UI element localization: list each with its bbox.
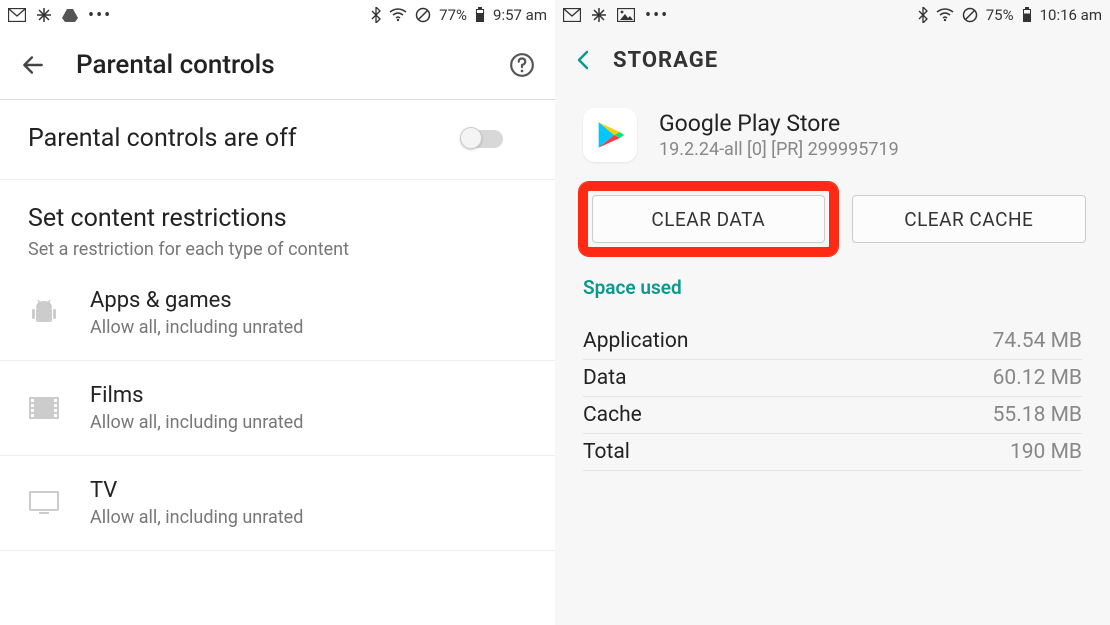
item-sub: Allow all, including unrated bbox=[90, 412, 303, 433]
bluetooth-icon bbox=[371, 7, 381, 23]
more-icon: ••• bbox=[88, 5, 112, 26]
wifi-icon bbox=[936, 8, 954, 22]
storage-table: Application 74.54 MB Data 60.12 MB Cache… bbox=[555, 323, 1110, 471]
statusbar-right: ••• 75% 10:16 am bbox=[555, 0, 1110, 30]
phone-right-storage: ••• 75% 10:16 am STORAGE bbox=[555, 0, 1110, 625]
no-signal-icon bbox=[962, 7, 978, 23]
item-sub: Allow all, including unrated bbox=[90, 317, 303, 338]
item-title: TV bbox=[90, 478, 303, 503]
statusbar-left: ••• 77% 9:57 am bbox=[0, 0, 555, 30]
storage-row-cache: Cache 55.18 MB bbox=[583, 397, 1082, 434]
snow-icon bbox=[36, 7, 52, 23]
parental-toggle[interactable] bbox=[461, 130, 503, 148]
app-info: Google Play Store 19.2.24-all [0] [PR] 2… bbox=[555, 90, 1110, 168]
no-signal-icon bbox=[415, 7, 431, 23]
help-icon[interactable] bbox=[509, 52, 535, 78]
storage-value: 60.12 MB bbox=[993, 366, 1082, 390]
storage-value: 190 MB bbox=[1010, 440, 1082, 464]
storage-label: Application bbox=[583, 329, 688, 353]
item-sub: Allow all, including unrated bbox=[90, 507, 303, 528]
image-icon bbox=[617, 8, 635, 22]
storage-label: Total bbox=[583, 440, 630, 464]
restrictions-heading: Set content restrictions bbox=[28, 204, 527, 233]
page-title: Parental controls bbox=[76, 50, 275, 80]
button-row: CLEAR DATA CLEAR CACHE bbox=[555, 168, 1110, 270]
battery-icon bbox=[1022, 7, 1032, 23]
storage-row-data: Data 60.12 MB bbox=[583, 360, 1082, 397]
clear-cache-button[interactable]: CLEAR CACHE bbox=[852, 195, 1087, 243]
storage-label: Data bbox=[583, 366, 627, 390]
phone-left-parental-controls: ••• 77% 9:57 am Parental controls bbox=[0, 0, 555, 625]
storage-value: 74.54 MB bbox=[993, 329, 1082, 353]
gmail-icon bbox=[563, 8, 581, 22]
back-arrow-icon[interactable] bbox=[20, 52, 46, 78]
storage-row-application: Application 74.54 MB bbox=[583, 323, 1082, 360]
battery-pct: 77% bbox=[439, 6, 467, 24]
gmail-icon bbox=[8, 8, 26, 22]
appbar-left: Parental controls bbox=[0, 30, 555, 100]
restrictions-header: Set content restrictions Set a restricti… bbox=[0, 180, 555, 266]
page-title: STORAGE bbox=[613, 48, 718, 73]
item-title: Films bbox=[90, 383, 303, 408]
storage-label: Cache bbox=[583, 403, 642, 427]
android-icon bbox=[28, 297, 60, 329]
clock-time: 10:16 am bbox=[1040, 6, 1102, 24]
bluetooth-icon bbox=[918, 7, 928, 23]
back-chevron-icon[interactable] bbox=[575, 48, 591, 72]
parental-toggle-label: Parental controls are off bbox=[28, 124, 297, 153]
play-store-icon bbox=[583, 108, 637, 162]
space-used-label: Space used bbox=[555, 270, 1110, 323]
battery-pct: 75% bbox=[986, 6, 1014, 24]
storage-row-total: Total 190 MB bbox=[583, 434, 1082, 471]
storage-value: 55.18 MB bbox=[993, 403, 1082, 427]
more-icon: ••• bbox=[645, 5, 669, 26]
highlight-clear-data: CLEAR DATA bbox=[579, 182, 838, 256]
restriction-item-tv[interactable]: TV Allow all, including unrated bbox=[0, 456, 555, 551]
app-version: 19.2.24-all [0] [PR] 299995719 bbox=[659, 139, 899, 160]
item-title: Apps & games bbox=[90, 288, 303, 313]
restriction-item-apps[interactable]: Apps & games Allow all, including unrate… bbox=[0, 266, 555, 361]
restrictions-sub: Set a restriction for each type of conte… bbox=[28, 239, 527, 260]
drive-icon bbox=[62, 8, 78, 22]
appbar-right: STORAGE bbox=[555, 30, 1110, 90]
snow-icon bbox=[591, 7, 607, 23]
film-icon bbox=[28, 392, 60, 424]
app-name: Google Play Store bbox=[659, 110, 899, 137]
wifi-icon bbox=[389, 8, 407, 22]
restriction-item-films[interactable]: Films Allow all, including unrated bbox=[0, 361, 555, 456]
battery-icon bbox=[475, 7, 485, 23]
clock-time: 9:57 am bbox=[493, 6, 547, 24]
tv-icon bbox=[28, 487, 60, 519]
clear-data-button[interactable]: CLEAR DATA bbox=[592, 195, 825, 243]
parental-toggle-section: Parental controls are off bbox=[0, 100, 555, 180]
